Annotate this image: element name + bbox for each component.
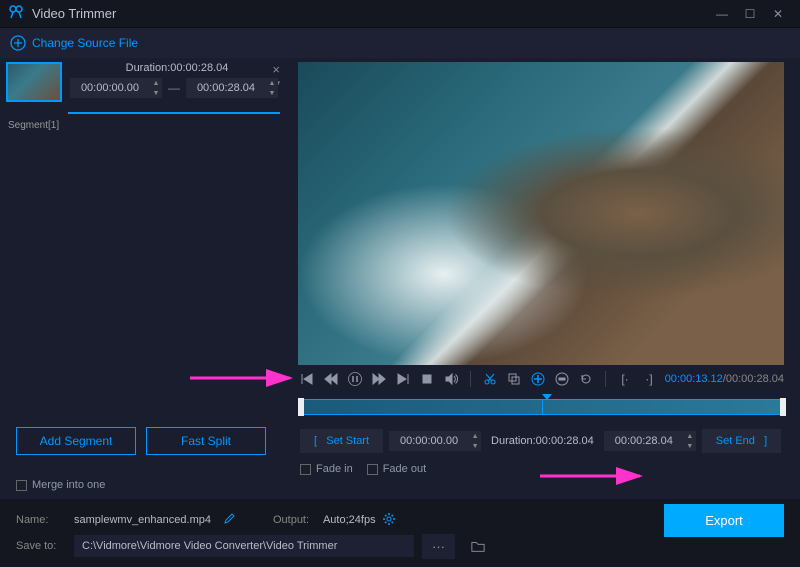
plus-circle-icon: [10, 35, 26, 51]
segment-thumbnail[interactable]: [6, 62, 62, 102]
stop-icon[interactable]: [418, 370, 436, 388]
separator: [470, 371, 471, 387]
output-label: Output:: [273, 514, 323, 526]
merge-checkbox[interactable]: Merge into one: [16, 479, 784, 491]
time-display: 00:00:13.12/00:00:28.04: [665, 373, 784, 385]
fast-split-button[interactable]: Fast Split: [146, 427, 266, 455]
current-time: 00:00:13.12: [665, 373, 723, 385]
fade-in-checkbox[interactable]: Fade in: [300, 463, 353, 475]
delete-icon[interactable]: [553, 370, 571, 388]
trim-end-input[interactable]: [604, 431, 684, 451]
segment-start-input[interactable]: [70, 78, 150, 98]
cut-icon[interactable]: [481, 370, 499, 388]
titlebar: Video Trimmer — ☐ ✕: [0, 0, 800, 28]
fade-options: Fade in Fade out: [0, 459, 800, 477]
change-source-label: Change Source File: [32, 36, 138, 50]
main-area: × ▾ Duration:00:00:28.04 ▲▼ — ▲▼ Segment…: [0, 58, 800, 393]
playhead-icon[interactable]: [542, 394, 552, 400]
set-end-button[interactable]: Set End ]: [702, 429, 781, 453]
timeline[interactable]: [300, 399, 784, 415]
settings-icon[interactable]: [382, 512, 396, 529]
skip-end-icon[interactable]: [394, 370, 412, 388]
spin-down-icon[interactable]: ▼: [469, 441, 481, 451]
segment-time-range: ▲▼ — ▲▼: [70, 78, 284, 98]
open-folder-icon[interactable]: [469, 537, 487, 555]
spin-up-icon[interactable]: ▲: [684, 431, 696, 441]
remove-segment-icon[interactable]: ×: [272, 62, 280, 77]
filename-value: samplewmv_enhanced.mp4: [74, 514, 211, 526]
save-to-label: Save to:: [16, 540, 66, 552]
edit-name-icon[interactable]: [223, 513, 235, 528]
segment-item[interactable]: × ▾ Duration:00:00:28.04 ▲▼ — ▲▼: [0, 58, 290, 104]
forward-icon[interactable]: [370, 370, 388, 388]
preview-panel: [· ·] 00:00:13.12/00:00:28.04: [290, 58, 800, 393]
segment-name-label: Segment[1]: [0, 118, 290, 133]
add-clip-icon[interactable]: [529, 370, 547, 388]
minimize-button[interactable]: —: [708, 7, 736, 21]
playback-controls: [· ·] 00:00:13.12/00:00:28.04: [298, 365, 784, 393]
spin-up-icon[interactable]: ▲: [266, 78, 278, 88]
add-segment-button[interactable]: Add Segment: [16, 427, 136, 455]
change-source-button[interactable]: Change Source File: [10, 35, 138, 51]
segment-duration-label: Duration:00:00:28.04: [70, 62, 284, 74]
segment-progress-bar[interactable]: [68, 112, 280, 114]
playhead-line: [542, 400, 543, 414]
play-pause-icon[interactable]: [346, 370, 364, 388]
spin-down-icon[interactable]: ▼: [266, 88, 278, 98]
volume-icon[interactable]: [442, 370, 460, 388]
window-title: Video Trimmer: [32, 6, 708, 21]
segment-info: × ▾ Duration:00:00:28.04 ▲▼ — ▲▼: [62, 62, 284, 102]
export-button[interactable]: Export: [664, 504, 784, 537]
rewind-icon[interactable]: [322, 370, 340, 388]
segment-end-input[interactable]: [186, 78, 266, 98]
timeline-row: [0, 393, 800, 421]
trim-handle-left[interactable]: [298, 398, 304, 416]
app-logo-icon: [8, 4, 24, 23]
spin-down-icon[interactable]: ▼: [684, 441, 696, 451]
trim-duration-label: Duration:00:00:28.04: [487, 435, 598, 447]
skip-start-icon[interactable]: [298, 370, 316, 388]
spin-up-icon[interactable]: ▲: [150, 78, 162, 88]
close-button[interactable]: ✕: [764, 7, 792, 21]
undo-icon[interactable]: [577, 370, 595, 388]
fade-out-checkbox[interactable]: Fade out: [367, 463, 426, 475]
save-path-input[interactable]: [74, 535, 414, 557]
trim-handle-right[interactable]: [780, 398, 786, 416]
footer: Name: samplewmv_enhanced.mp4 Output: Aut…: [0, 499, 800, 567]
maximize-button[interactable]: ☐: [736, 7, 764, 21]
separator: [605, 371, 606, 387]
name-label: Name:: [16, 514, 66, 526]
copy-icon[interactable]: [505, 370, 523, 388]
spin-up-icon[interactable]: ▲: [469, 431, 481, 441]
segments-sidebar: × ▾ Duration:00:00:28.04 ▲▼ — ▲▼ Segment…: [0, 58, 290, 393]
output-value: Auto;24fps: [323, 514, 376, 526]
browse-button[interactable]: ···: [422, 534, 455, 559]
dash-separator: —: [168, 81, 180, 95]
toolbar: Change Source File: [0, 28, 800, 58]
merge-row: Merge into one: [0, 477, 800, 499]
set-start-button[interactable]: [ Set Start: [300, 429, 383, 453]
total-time: /00:00:28.04: [723, 373, 784, 385]
spin-down-icon[interactable]: ▼: [150, 88, 162, 98]
bracket-out-icon[interactable]: ·]: [640, 370, 658, 388]
video-preview[interactable]: [298, 62, 784, 365]
trim-start-input[interactable]: [389, 431, 469, 451]
bracket-in-icon[interactable]: [·: [616, 370, 634, 388]
